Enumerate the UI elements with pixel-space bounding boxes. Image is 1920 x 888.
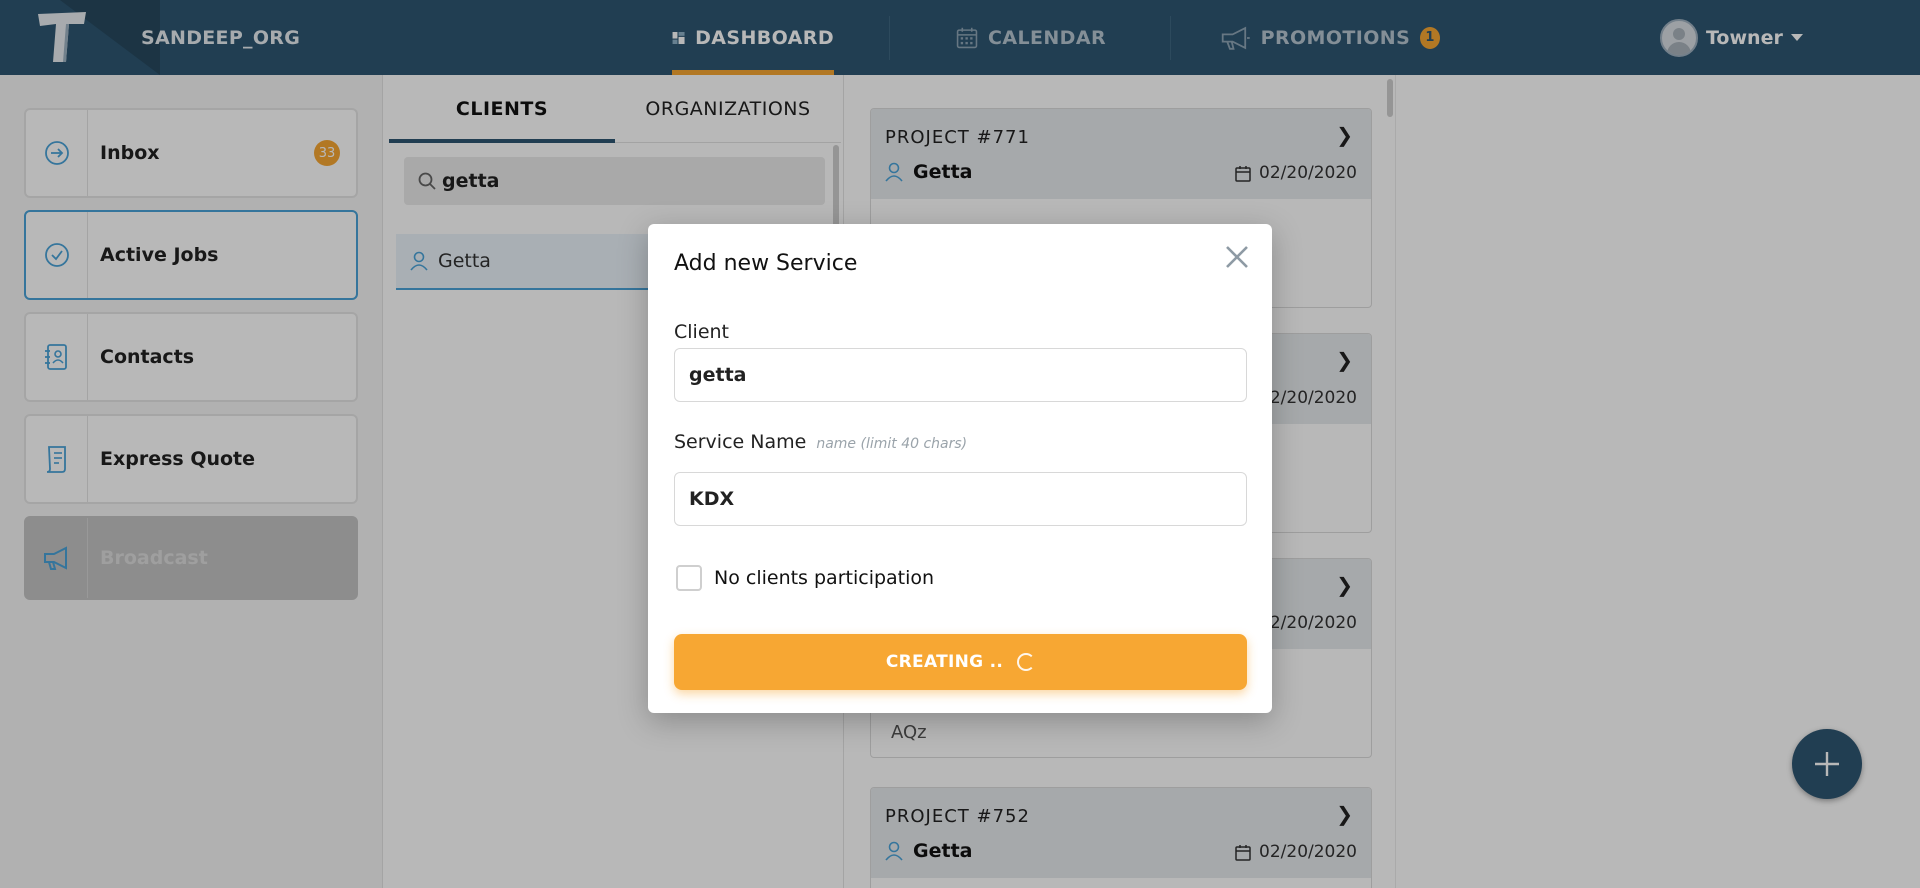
- add-service-modal: Add new Service Client Service Name name …: [648, 224, 1272, 713]
- close-icon[interactable]: [1222, 242, 1252, 272]
- no-clients-label: No clients participation: [714, 567, 935, 589]
- no-clients-checkbox-row[interactable]: No clients participation: [676, 565, 934, 591]
- service-name-field[interactable]: [674, 472, 1247, 526]
- client-field[interactable]: [674, 348, 1247, 402]
- create-button-label: CREATING ..: [885, 652, 1004, 672]
- no-clients-checkbox[interactable]: [676, 565, 702, 591]
- service-name-label-text: Service Name: [674, 431, 807, 453]
- spinner-icon: [1017, 653, 1036, 671]
- service-name-hint: name (limit 40 chars): [816, 436, 968, 452]
- service-name-label: Service Name name (limit 40 chars): [674, 431, 967, 453]
- modal-title: Add new Service: [674, 251, 858, 276]
- client-label: Client: [674, 321, 730, 343]
- create-button[interactable]: CREATING ..: [674, 634, 1247, 690]
